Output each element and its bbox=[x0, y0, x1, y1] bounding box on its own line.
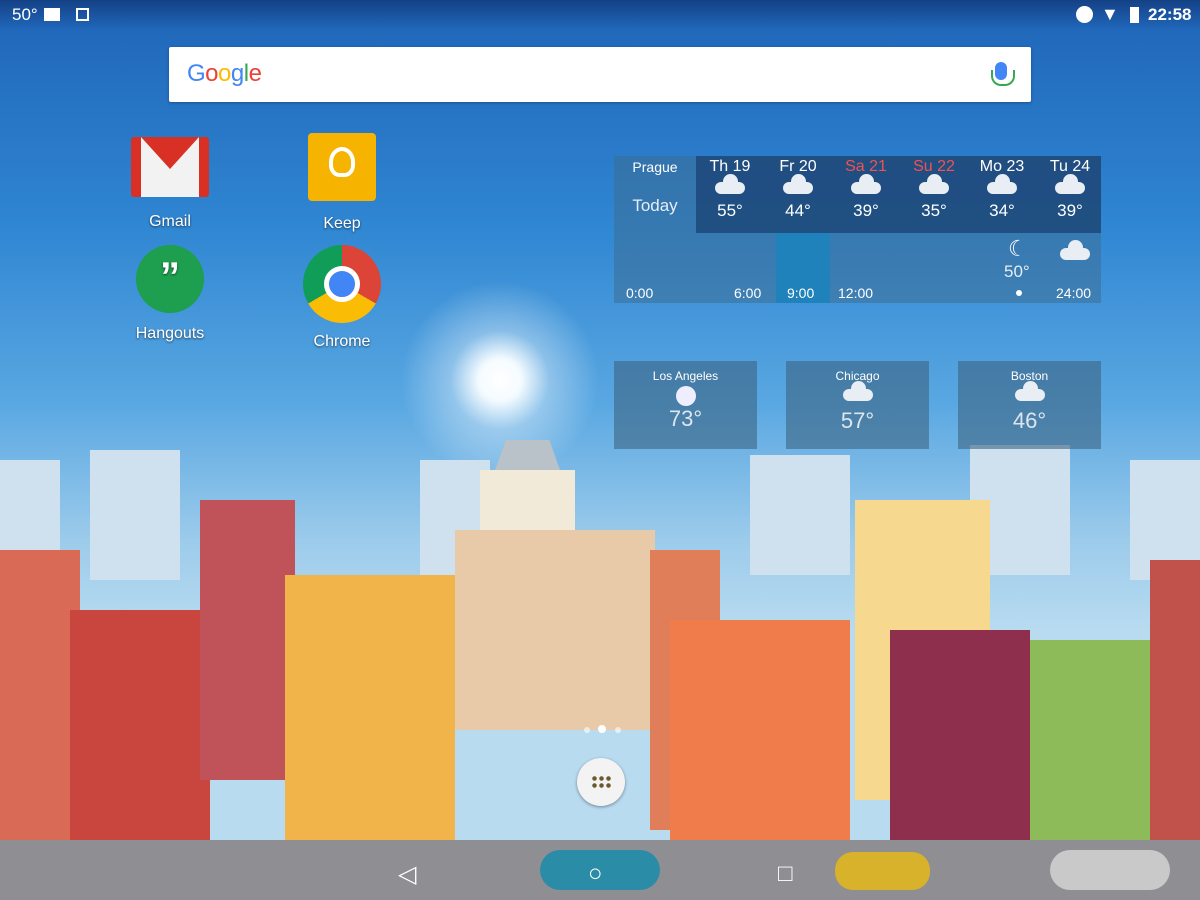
keep-icon bbox=[308, 133, 376, 201]
daily-forecast: Th 19 55° Fr 20 44° Sa 21 39° Su 22 35° Mo 2… bbox=[696, 156, 1101, 233]
back-button[interactable]: ◁ bbox=[398, 860, 416, 889]
do-not-disturb-icon bbox=[1076, 6, 1093, 23]
cloud-icon bbox=[842, 381, 873, 401]
hangouts-icon: ” bbox=[136, 245, 204, 313]
hour-label: 6:00 bbox=[734, 285, 762, 301]
sunny-icon bbox=[675, 386, 696, 406]
weather-city: Prague bbox=[632, 159, 678, 175]
app-label: Gmail bbox=[149, 213, 191, 230]
image-notification-icon bbox=[76, 8, 89, 21]
current-temp: 50° bbox=[1004, 262, 1030, 281]
hour-label: 12:00 bbox=[838, 285, 874, 301]
hour-label: 0:00 bbox=[626, 285, 654, 301]
cloud-icon bbox=[1055, 174, 1085, 194]
weather-today: Today bbox=[632, 196, 678, 215]
city-weather-widget[interactable]: Chicago 57° bbox=[786, 361, 929, 449]
app-drawer-button[interactable] bbox=[577, 758, 625, 806]
cloud-icon bbox=[987, 174, 1017, 194]
forecast-day: Tu 24 39° bbox=[1049, 158, 1091, 220]
app-keep[interactable]: Keep bbox=[282, 133, 402, 233]
app-label: Hangouts bbox=[135, 325, 205, 342]
wallpaper-cityscape bbox=[0, 440, 1200, 900]
mic-icon[interactable] bbox=[991, 62, 1015, 86]
app-label: Chrome bbox=[313, 333, 371, 350]
forecast-day: Mo 23 34° bbox=[979, 158, 1025, 220]
city-weather-widget[interactable]: Los Angeles 73° bbox=[614, 361, 757, 449]
page-indicator bbox=[584, 720, 621, 738]
app-chrome[interactable]: Chrome bbox=[282, 245, 402, 351]
forecast-day: Sa 21 39° bbox=[845, 158, 887, 220]
hour-label: 9:00 bbox=[787, 285, 815, 301]
rain-icon bbox=[783, 174, 813, 194]
wifi-icon: ▼ bbox=[1101, 4, 1119, 24]
google-search-bar[interactable]: Google bbox=[169, 47, 1031, 102]
weather-forecast-widget[interactable]: Prague Today Th 19 55° Fr 20 44° Sa 21 39° … bbox=[614, 156, 1101, 303]
chrome-icon bbox=[303, 245, 381, 323]
hour-label: 24:00 bbox=[1056, 285, 1092, 301]
forecast-day: Su 22 35° bbox=[913, 158, 955, 220]
recents-button[interactable]: □ bbox=[778, 860, 793, 888]
apps-grid-icon bbox=[591, 775, 611, 789]
cloud-icon bbox=[1060, 240, 1090, 260]
partly-sunny-icon bbox=[1014, 381, 1045, 401]
city-weather-widget[interactable]: Boston 46° bbox=[958, 361, 1101, 449]
partly-sunny-icon bbox=[919, 174, 949, 194]
forecast-day: Th 19 55° bbox=[709, 158, 751, 220]
status-bar: 50° ▼ 22:58 bbox=[0, 0, 1200, 30]
battery-icon bbox=[1130, 7, 1139, 23]
status-time: 22:58 bbox=[1148, 5, 1192, 24]
google-logo: Google bbox=[187, 60, 262, 87]
moon-icon: ☾ bbox=[1008, 236, 1028, 261]
gmail-notification-icon bbox=[44, 8, 60, 21]
app-label: Keep bbox=[323, 215, 361, 232]
app-gmail[interactable]: Gmail bbox=[110, 133, 230, 231]
gmail-icon bbox=[131, 137, 209, 197]
forecast-day: Fr 20 44° bbox=[779, 158, 817, 220]
app-hangouts[interactable]: ” Hangouts bbox=[110, 245, 230, 343]
now-dot bbox=[1016, 290, 1022, 296]
rain-icon bbox=[715, 174, 745, 194]
status-temperature: 50° bbox=[12, 5, 38, 24]
home-button[interactable]: ○ bbox=[588, 860, 603, 888]
cloud-icon bbox=[851, 174, 881, 194]
